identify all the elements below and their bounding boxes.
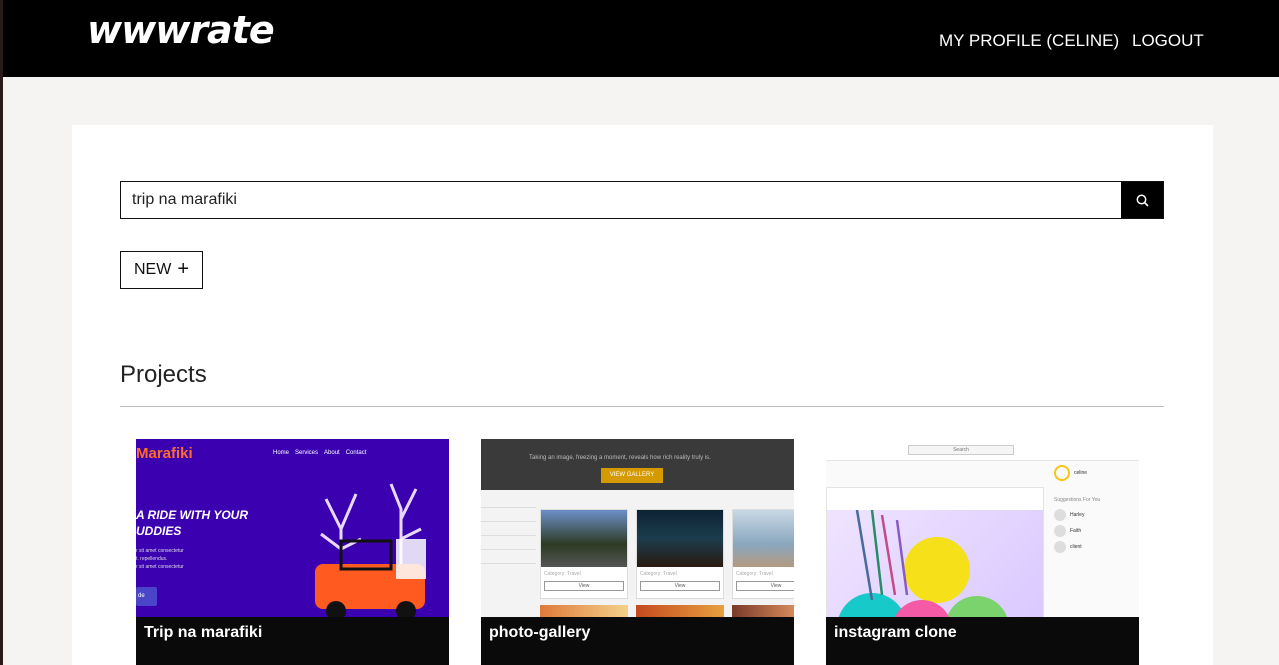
thumb-nav: Home Services About Contact (273, 450, 366, 456)
thumb-user: celine (1074, 470, 1088, 476)
jeep-illustration (315, 483, 426, 617)
thumb-nav-item: Contact (345, 450, 367, 456)
search-bar (120, 181, 1164, 219)
thumb-button: de (136, 587, 157, 606)
thumb-lines (481, 507, 536, 577)
thumb-text: r sit amet consectetur (136, 548, 184, 554)
thumb-category: Category: Travel (640, 571, 677, 577)
plus-icon: + (177, 257, 189, 280)
search-input[interactable] (121, 182, 1121, 218)
thumb-tile: Category: Travel View (636, 509, 724, 599)
thumb-nav-item: About (324, 450, 340, 456)
thumb-text: t. repellendus. (136, 556, 168, 562)
project-card[interactable]: Taking an image, freezing a moment, reve… (481, 439, 794, 665)
yarn-illustration (838, 510, 1008, 617)
thumb-suggested-user: client (1070, 544, 1082, 550)
main-card: NEW + Projects Marafiki Home Services Ab… (72, 125, 1213, 665)
thumb-tile: Category: Travel View (732, 509, 794, 599)
thumb-hero-line: UDDIES (136, 524, 182, 538)
project-thumbnail: Taking an image, freezing a moment, reve… (481, 439, 794, 617)
thumb-hero: A RIDE WITH YOUR UDDIES (136, 507, 248, 539)
projects-heading: Projects (120, 361, 207, 388)
thumb-nav-item: Home (273, 450, 290, 456)
project-title[interactable]: Trip na marafiki (136, 617, 449, 665)
thumb-tile: Category: Travel View (540, 509, 628, 599)
project-title[interactable]: instagram clone (826, 617, 1139, 665)
thumb-post (826, 487, 1044, 617)
thumb-view: View (544, 581, 624, 591)
thumb-category: Category: Travel (736, 571, 773, 577)
search-button[interactable] (1121, 182, 1163, 218)
my-profile-link[interactable]: MY PROFILE (CELINE) (939, 31, 1119, 51)
project-thumbnail: Search celine Suggestions For You Harley… (826, 439, 1139, 617)
thumb-nav-item: Services (295, 450, 319, 456)
search-icon (1136, 194, 1149, 207)
thumb-suggested-user: Harley (1070, 512, 1085, 518)
thumb-search: Search (908, 445, 1014, 455)
thumb-text: r sit amet consectetur (136, 564, 184, 570)
new-button-label: NEW (133, 261, 172, 278)
thumb-body: r sit amet consectetur t. repellendus. r… (136, 547, 184, 571)
thumb-sidebar: celine Suggestions For You Harley Faith … (1054, 465, 1139, 553)
thumb-suggested-user: Faith (1070, 528, 1082, 534)
thumb-hero-line: A RIDE WITH YOUR (136, 508, 249, 522)
thumb-button: VIEW GALLERY (601, 468, 663, 483)
new-project-button[interactable]: NEW + (120, 251, 203, 289)
project-thumbnail: Marafiki Home Services About Contact A R… (136, 439, 449, 617)
thumb-tagline: Taking an image, freezing a moment, reve… (529, 455, 711, 461)
project-card[interactable]: Search celine Suggestions For You Harley… (826, 439, 1139, 665)
thumb-category: Category: Travel (544, 571, 581, 577)
thumb-view: View (640, 581, 720, 591)
logout-link[interactable]: LOGOUT (1132, 31, 1204, 51)
navbar: wwwrate MY PROFILE (CELINE) LOGOUT (3, 0, 1279, 77)
thumb-suggestions: Suggestions For You (1054, 497, 1101, 503)
thumb-logo: Marafiki (136, 445, 193, 462)
divider (120, 406, 1164, 407)
brand-logo[interactable]: wwwrate (87, 8, 275, 52)
thumb-topbar: Search (826, 439, 1139, 461)
project-card[interactable]: Marafiki Home Services About Contact A R… (136, 439, 449, 665)
thumb-view: View (736, 581, 794, 591)
project-title[interactable]: photo-gallery (481, 617, 794, 665)
